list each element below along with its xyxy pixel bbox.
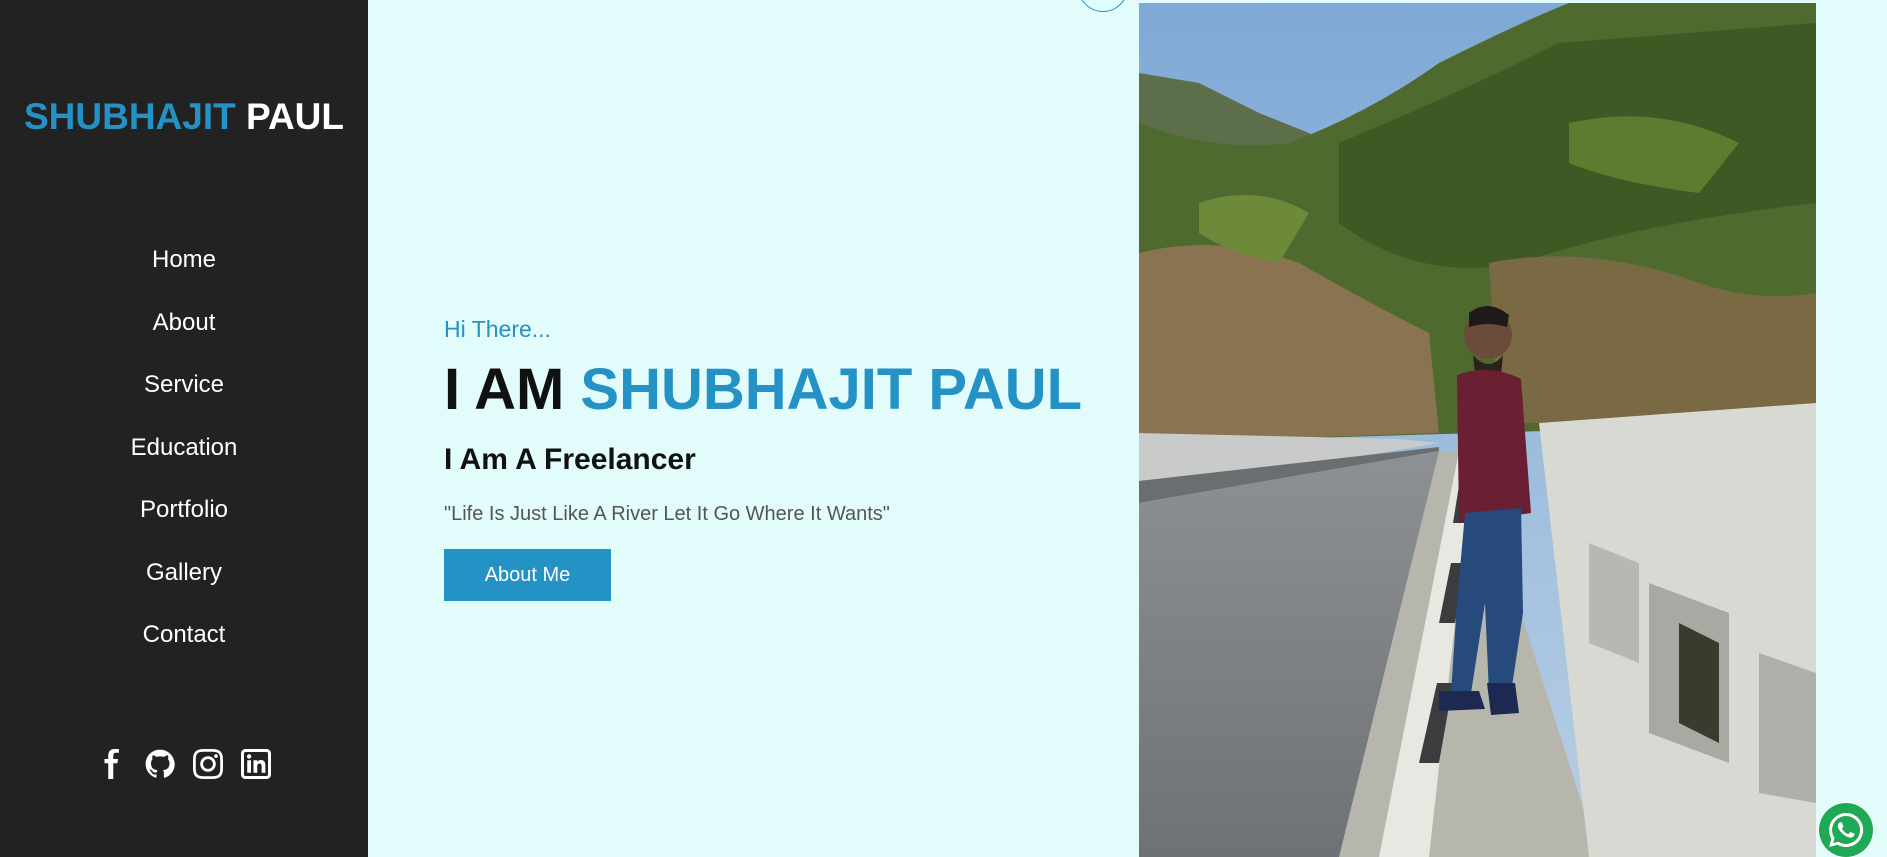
instagram-icon[interactable]: [192, 748, 224, 780]
nav-item-about: About: [0, 303, 368, 366]
nav-item-portfolio: Portfolio: [0, 490, 368, 553]
nav-item-education: Education: [0, 428, 368, 491]
nav-link-home[interactable]: Home: [152, 246, 216, 273]
nav-item-service: Service: [0, 365, 368, 428]
sidebar: SHUBHAJIT PAUL Home About Service Educat…: [0, 0, 368, 857]
nav-link-contact[interactable]: Contact: [143, 621, 226, 648]
linkedin-icon[interactable]: [240, 748, 272, 780]
nav-link-education[interactable]: Education: [131, 434, 238, 461]
hero-section: Hi There... I AM SHUBHAJIT PAUL I Am A F…: [368, 0, 1138, 857]
nav-link-about[interactable]: About: [153, 309, 216, 336]
whatsapp-icon[interactable]: [1818, 802, 1874, 857]
github-icon[interactable]: [144, 748, 176, 780]
nav-item-gallery: Gallery: [0, 553, 368, 616]
hero-photo: [1139, 3, 1816, 857]
headline-prefix: I AM: [444, 357, 565, 422]
nav-link-gallery[interactable]: Gallery: [146, 559, 222, 586]
logo-last-name: PAUL: [246, 96, 344, 137]
logo-first-name: SHUBHAJIT: [23, 96, 236, 137]
nav-item-contact: Contact: [0, 615, 368, 678]
nav-link-portfolio[interactable]: Portfolio: [140, 496, 228, 523]
nav-item-home: Home: [0, 240, 368, 303]
facebook-icon[interactable]: [96, 748, 128, 780]
about-me-button[interactable]: About Me: [444, 549, 611, 601]
hero-headline: I AM SHUBHAJIT PAUL: [444, 356, 1082, 423]
hero-quote: "Life Is Just Like A River Let It Go Whe…: [444, 503, 890, 525]
main-nav: Home About Service Education Portfolio G…: [0, 240, 368, 678]
hero-greeting: Hi There...: [444, 316, 551, 342]
site-logo[interactable]: SHUBHAJIT PAUL: [0, 96, 368, 138]
social-links: [0, 748, 368, 780]
hero-role: I Am A Freelancer: [444, 443, 696, 476]
headline-name: SHUBHAJIT PAUL: [580, 357, 1083, 422]
nav-link-service[interactable]: Service: [144, 371, 224, 398]
